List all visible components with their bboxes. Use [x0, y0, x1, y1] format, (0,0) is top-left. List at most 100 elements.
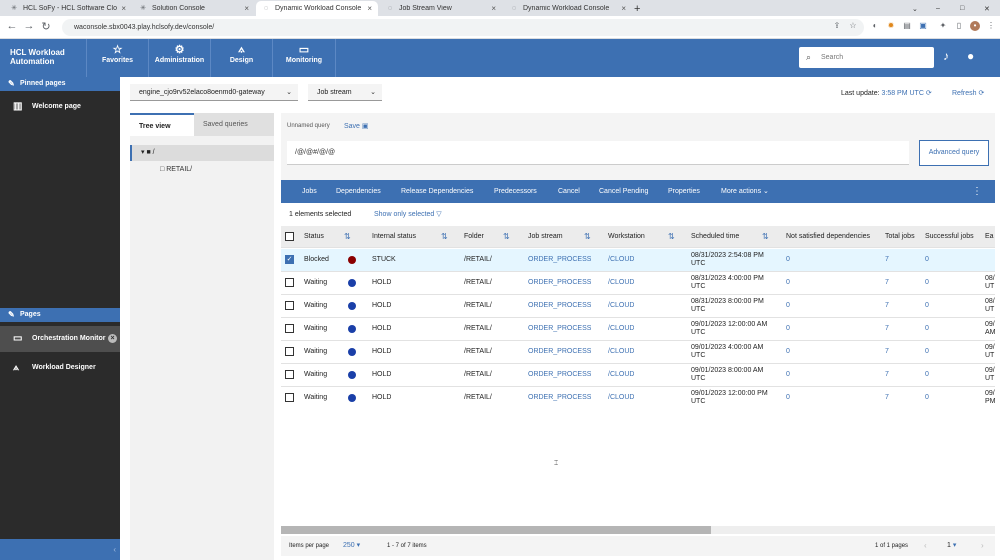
- cell-job-stream[interactable]: ORDER_PROCESS: [528, 341, 591, 363]
- col-header-not-satisfied[interactable]: Not satisfied dependencies: [786, 226, 870, 248]
- col-header-scheduled-time[interactable]: Scheduled time: [691, 226, 739, 248]
- profile-avatar[interactable]: •: [970, 21, 980, 31]
- cell-not-satisfied[interactable]: 0: [786, 272, 790, 294]
- back-icon[interactable]: ←: [6, 20, 18, 32]
- window-close-icon[interactable]: ✕: [984, 1, 998, 16]
- action-dependencies[interactable]: Dependencies: [336, 180, 381, 203]
- action-cancel-pending[interactable]: Cancel Pending: [599, 180, 648, 203]
- cell-successful-jobs[interactable]: 0: [925, 272, 929, 294]
- sidebar-icon[interactable]: ▯: [954, 21, 964, 31]
- table-row[interactable]: Waiting HOLD/RETAIL/ORDER_PROCESS/CLOUD 0 7…: [281, 318, 995, 341]
- rail-item-workload-designer[interactable]: ⟑ Workload Designer: [0, 355, 120, 381]
- cell-not-satisfied[interactable]: 0: [786, 318, 790, 340]
- sort-icon[interactable]: ⇅: [344, 226, 351, 248]
- sort-icon[interactable]: ⇅: [668, 226, 675, 248]
- action-jobs[interactable]: Jobs: [302, 180, 317, 203]
- cell-successful-jobs[interactable]: 0: [925, 318, 929, 340]
- nav-administration[interactable]: ⚙ Administration: [148, 39, 210, 77]
- cell-job-stream[interactable]: ORDER_PROCESS: [528, 387, 591, 409]
- save-query-button[interactable]: Save ▣: [344, 122, 369, 130]
- action-more-actions[interactable]: More actions ⌄: [721, 180, 769, 203]
- show-only-selected-link[interactable]: Show only selected ▽: [374, 206, 442, 223]
- maximize-icon[interactable]: □: [960, 1, 974, 16]
- cell-not-satisfied[interactable]: 0: [786, 387, 790, 409]
- table-row[interactable]: ✓ Blocked STUCK/RETAIL/ORDER_PROCESS/CLOUD…: [281, 249, 995, 272]
- cell-workstation[interactable]: /CLOUD: [608, 295, 634, 317]
- minimize-icon[interactable]: –: [936, 1, 950, 16]
- row-checkbox[interactable]: [285, 278, 294, 287]
- collapse-rail-button[interactable]: ‹: [0, 539, 120, 560]
- header-search-input[interactable]: ⌕ Search: [799, 47, 934, 68]
- cell-successful-jobs[interactable]: 0: [925, 249, 929, 271]
- table-row[interactable]: Waiting HOLD/RETAIL/ORDER_PROCESS/CLOUD 0 7…: [281, 387, 995, 409]
- translate-icon[interactable]: ▣: [918, 21, 928, 31]
- row-checkbox[interactable]: [285, 370, 294, 379]
- cell-total-jobs[interactable]: 7: [885, 318, 889, 340]
- object-type-select[interactable]: Job stream ⌄: [308, 84, 382, 101]
- cell-not-satisfied[interactable]: 0: [786, 364, 790, 386]
- page-select[interactable]: 1 ▾: [947, 536, 956, 556]
- share-icon[interactable]: ⇪: [832, 21, 842, 31]
- overflow-menu-icon[interactable]: ⋮: [972, 180, 982, 203]
- query-input[interactable]: /@/@#/@/@: [287, 141, 909, 165]
- close-icon[interactable]: ×: [367, 4, 372, 13]
- sort-icon[interactable]: ⇅: [503, 226, 510, 248]
- cell-total-jobs[interactable]: 7: [885, 249, 889, 271]
- extension-icon[interactable]: ✹: [886, 21, 896, 31]
- cell-workstation[interactable]: /CLOUD: [608, 387, 634, 409]
- table-row[interactable]: Waiting HOLD/RETAIL/ORDER_PROCESS/CLOUD 0 7…: [281, 272, 995, 295]
- tab-saved-queries[interactable]: Saved queries: [194, 113, 274, 136]
- browser-menu-icon[interactable]: ⋮: [986, 21, 996, 31]
- action-cancel[interactable]: Cancel: [558, 180, 580, 203]
- prev-page-icon[interactable]: ‹: [924, 536, 927, 556]
- puzzle-icon[interactable]: ✦: [938, 21, 948, 31]
- tab-search-icon[interactable]: ⌄: [912, 1, 926, 16]
- nav-design[interactable]: ⟑ Design: [210, 39, 272, 77]
- cell-workstation[interactable]: /CLOUD: [608, 341, 634, 363]
- col-header-folder[interactable]: Folder: [464, 226, 484, 248]
- cell-job-stream[interactable]: ORDER_PROCESS: [528, 272, 591, 294]
- reload-icon[interactable]: ↻: [40, 20, 52, 33]
- cell-not-satisfied[interactable]: 0: [786, 341, 790, 363]
- cell-total-jobs[interactable]: 7: [885, 364, 889, 386]
- browser-tab-4[interactable]: ◌ Job Stream View ×: [380, 1, 502, 16]
- browser-tab-1[interactable]: ✳ HCL SoFy - HCL Software Cloud N ×: [4, 1, 132, 16]
- rail-item-orchestration-monitor[interactable]: ▭ Orchestration Monitor ×: [0, 326, 120, 352]
- cell-job-stream[interactable]: ORDER_PROCESS: [528, 364, 591, 386]
- auto-refresh-icon[interactable]: ⟳: [926, 90, 932, 97]
- engine-select[interactable]: engine_cjo9rv52elaco8oenmd0-gateway ⌄: [130, 84, 298, 101]
- cell-job-stream[interactable]: ORDER_PROCESS: [528, 318, 591, 340]
- close-icon[interactable]: ×: [621, 4, 626, 13]
- extension-icon[interactable]: ◐: [870, 21, 880, 31]
- tree-node-retail[interactable]: □ RETAIL/: [160, 166, 192, 173]
- browser-tab-2[interactable]: ✳ Solution Console ×: [133, 1, 255, 16]
- nav-favorites[interactable]: ☆ Favorites: [86, 39, 148, 77]
- cell-not-satisfied[interactable]: 0: [786, 295, 790, 317]
- cell-total-jobs[interactable]: 7: [885, 295, 889, 317]
- browser-tab-5[interactable]: ◌ Dynamic Workload Console ×: [504, 1, 632, 16]
- product-logo[interactable]: HCL Workload Automation: [10, 48, 65, 66]
- cell-workstation[interactable]: /CLOUD: [608, 364, 634, 386]
- row-checkbox[interactable]: ✓: [285, 255, 294, 264]
- extension-icon[interactable]: ▤: [902, 21, 912, 31]
- sort-icon[interactable]: ⇅: [762, 226, 769, 248]
- tab-tree-view[interactable]: Tree view: [130, 113, 194, 136]
- cell-successful-jobs[interactable]: 0: [925, 295, 929, 317]
- cell-total-jobs[interactable]: 7: [885, 272, 889, 294]
- close-icon[interactable]: ×: [244, 4, 249, 13]
- cell-job-stream[interactable]: ORDER_PROCESS: [528, 249, 591, 271]
- col-header-workstation[interactable]: Workstation: [608, 226, 645, 248]
- cell-successful-jobs[interactable]: 0: [925, 341, 929, 363]
- table-row[interactable]: Waiting HOLD/RETAIL/ORDER_PROCESS/CLOUD 0 7…: [281, 295, 995, 318]
- table-row[interactable]: Waiting HOLD/RETAIL/ORDER_PROCESS/CLOUD 0 7…: [281, 341, 995, 364]
- col-header-successful-jobs[interactable]: Successful jobs: [925, 226, 974, 248]
- cell-job-stream[interactable]: ORDER_PROCESS: [528, 295, 591, 317]
- cell-not-satisfied[interactable]: 0: [786, 249, 790, 271]
- row-checkbox[interactable]: [285, 393, 294, 402]
- cell-workstation[interactable]: /CLOUD: [608, 272, 634, 294]
- user-icon[interactable]: ●: [967, 49, 974, 63]
- col-header-early[interactable]: Ea: [985, 226, 994, 248]
- refresh-button[interactable]: Refresh ⟳: [952, 89, 984, 97]
- cell-successful-jobs[interactable]: 0: [925, 387, 929, 409]
- cell-total-jobs[interactable]: 7: [885, 341, 889, 363]
